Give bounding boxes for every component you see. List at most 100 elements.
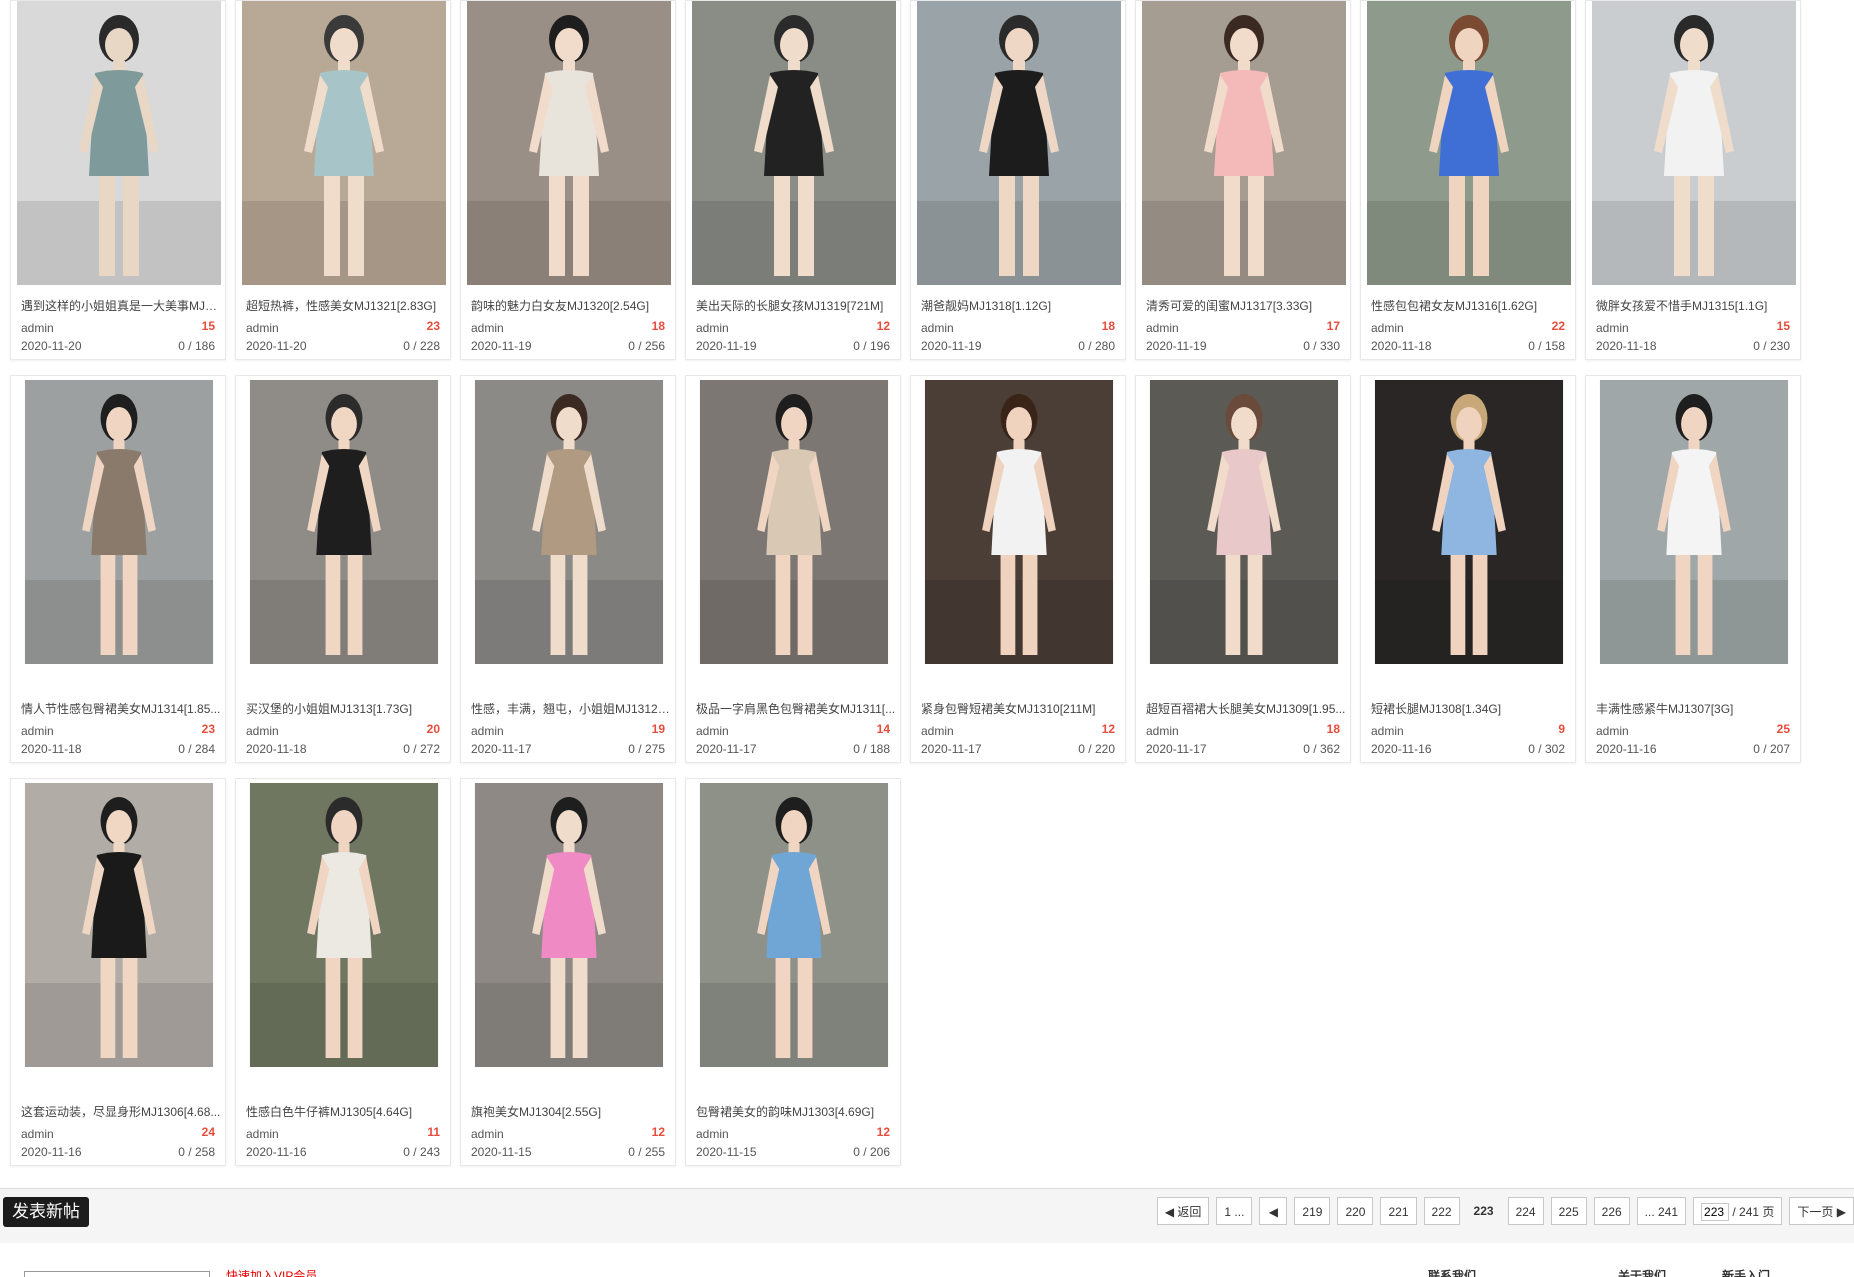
thread-title[interactable]: 极品一字肩黑色包臀裙美女MJ1311[... <box>696 700 896 717</box>
thread-author[interactable]: admin <box>246 724 279 738</box>
thread-title[interactable]: 微胖女孩爱不惜手MJ1315[1.1G] <box>1596 297 1796 314</box>
thread-thumbnail[interactable] <box>917 1 1121 285</box>
pager-first-button[interactable]: 1 ... <box>1216 1197 1253 1225</box>
thread-thumbnail[interactable] <box>1592 1 1796 285</box>
thread-thumbnail[interactable] <box>467 783 671 1091</box>
thread-reply-count: 24 <box>201 1125 215 1139</box>
pager-page-226[interactable]: 226 <box>1593 1197 1630 1225</box>
thread-card: 情人节性感包臀裙美女MJ1314[1.85... admin 23 2020-11-1… <box>10 375 226 763</box>
thread-title[interactable]: 性感，丰满，翘屯，小姐姐MJ1312[... <box>471 700 671 717</box>
thread-title[interactable]: 超短热裤，性感美女MJ1321[2.83G] <box>246 297 446 314</box>
pager-back-button[interactable]: ◀ 返回 <box>1156 1197 1210 1225</box>
thread-author[interactable]: admin <box>696 1127 729 1141</box>
thread-author[interactable]: admin <box>471 1127 504 1141</box>
footer-link-about[interactable]: 关于我们 <box>1618 1269 1666 1277</box>
pager-last-button[interactable]: ... 241 <box>1636 1197 1687 1225</box>
thread-thumbnail[interactable] <box>917 380 1121 688</box>
thread-thumbnail[interactable] <box>467 1 671 285</box>
thread-view-stats: 0 / 186 <box>178 339 215 353</box>
thread-author[interactable]: admin <box>921 321 954 335</box>
thread-date: 2020-11-15 <box>471 1145 532 1159</box>
thread-author[interactable]: admin <box>1146 321 1179 335</box>
thread-author[interactable]: admin <box>921 724 954 738</box>
thread-thumbnail[interactable] <box>242 1 446 285</box>
footer-link-newbie[interactable]: 新手入门 <box>1722 1269 1770 1277</box>
thread-thumbnail[interactable] <box>17 380 221 688</box>
thread-author[interactable]: admin <box>21 1127 54 1141</box>
thread-thumbnail[interactable] <box>1367 1 1571 285</box>
thread-view-stats: 0 / 206 <box>853 1145 890 1159</box>
footer-link-contact[interactable]: 联系我们 <box>1428 1269 1476 1277</box>
footer-vip-link[interactable]: 快速加入VIP会员 <box>226 1269 317 1277</box>
thread-card: 超短热裤，性感美女MJ1321[2.83G] admin 23 2020-11-20 0… <box>235 0 451 360</box>
thread-author[interactable]: admin <box>696 724 729 738</box>
thread-reply-count: 18 <box>1101 319 1115 333</box>
pager-page-225[interactable]: 225 <box>1550 1197 1587 1225</box>
thread-title[interactable]: 旗袍美女MJ1304[2.55G] <box>471 1103 671 1120</box>
thread-reply-count: 25 <box>1776 722 1790 736</box>
thread-view-stats: 0 / 255 <box>628 1145 665 1159</box>
pager-jump: / 241 页 <box>1693 1197 1783 1225</box>
photo-placeholder <box>249 783 439 1067</box>
thread-view-stats: 0 / 302 <box>1528 742 1565 756</box>
pager-page-220[interactable]: 220 <box>1337 1197 1374 1225</box>
thread-author[interactable]: admin <box>21 724 54 738</box>
thread-author[interactable]: admin <box>246 321 279 335</box>
thread-title[interactable]: 遇到这样的小姐姐真是一大美事MJ1... <box>21 297 221 314</box>
photo-placeholder <box>24 380 214 664</box>
thread-author[interactable]: admin <box>696 321 729 335</box>
pager-jump-input[interactable] <box>1701 1203 1730 1221</box>
new-post-button[interactable]: 发表新帖 <box>3 1197 89 1227</box>
pager-page-219[interactable]: 219 <box>1294 1197 1331 1225</box>
thread-thumbnail[interactable] <box>467 380 671 688</box>
thread-author[interactable]: admin <box>1146 724 1179 738</box>
pager-prev-button[interactable]: ◀ <box>1259 1197 1288 1225</box>
thread-date: 2020-11-18 <box>1371 339 1432 353</box>
thread-thumbnail[interactable] <box>242 783 446 1091</box>
thread-author[interactable]: admin <box>1596 321 1629 335</box>
thread-author[interactable]: admin <box>1371 724 1404 738</box>
photo-placeholder <box>1374 380 1564 664</box>
thread-author[interactable]: admin <box>1596 724 1629 738</box>
thread-author[interactable]: admin <box>246 1127 279 1141</box>
thread-thumbnail[interactable] <box>17 783 221 1091</box>
thread-card: 性感白色牛仔裤MJ1305[4.64G] admin 11 2020-11-16 0 /… <box>235 778 451 1166</box>
pager-page-224[interactable]: 224 <box>1507 1197 1544 1225</box>
thread-thumbnail[interactable] <box>1142 1 1346 285</box>
thread-author[interactable]: admin <box>1371 321 1404 335</box>
thread-author[interactable]: admin <box>471 724 504 738</box>
thread-thumbnail[interactable] <box>1142 380 1346 688</box>
thread-title[interactable]: 超短百褶裙大长腿美女MJ1309[1.95... <box>1146 700 1346 717</box>
thread-thumbnail[interactable] <box>692 380 896 688</box>
thread-card: 韵味的魅力白女友MJ1320[2.54G] admin 18 2020-11-19 0 … <box>460 0 676 360</box>
thread-title[interactable]: 性感白色牛仔裤MJ1305[4.64G] <box>246 1103 446 1120</box>
thread-date: 2020-11-18 <box>1596 339 1657 353</box>
thread-card: 极品一字肩黑色包臀裙美女MJ1311[... admin 14 2020-11-17 0… <box>685 375 901 763</box>
thread-thumbnail[interactable] <box>17 1 221 285</box>
thread-author[interactable]: admin <box>21 321 54 335</box>
thread-title[interactable]: 这套运动装，尽显身形MJ1306[4.68... <box>21 1103 221 1120</box>
thread-reply-count: 12 <box>876 1125 890 1139</box>
thread-title[interactable]: 潮爸靓妈MJ1318[1.12G] <box>921 297 1121 314</box>
thread-title[interactable]: 买汉堡的小姐姐MJ1313[1.73G] <box>246 700 446 717</box>
thread-title[interactable]: 性感包包裙女友MJ1316[1.62G] <box>1371 297 1571 314</box>
thread-title[interactable]: 情人节性感包臀裙美女MJ1314[1.85... <box>21 700 221 717</box>
pager-next-button[interactable]: 下一页 ▶ <box>1789 1197 1854 1225</box>
thread-title[interactable]: 短裙长腿MJ1308[1.34G] <box>1371 700 1571 717</box>
thread-title[interactable]: 丰满性感紧牛MJ1307[3G] <box>1596 700 1796 717</box>
thread-title[interactable]: 清秀可爱的闺蜜MJ1317[3.33G] <box>1146 297 1346 314</box>
thread-view-stats: 0 / 330 <box>1303 339 1340 353</box>
thread-title[interactable]: 紧身包臀短裙美女MJ1310[211M] <box>921 700 1121 717</box>
thread-title[interactable]: 包臀裙美女的韵味MJ1303[4.69G] <box>696 1103 896 1120</box>
pager-page-222[interactable]: 222 <box>1423 1197 1460 1225</box>
thread-thumbnail[interactable] <box>1367 380 1571 688</box>
pager-page-221[interactable]: 221 <box>1380 1197 1417 1225</box>
thread-author[interactable]: admin <box>471 321 504 335</box>
thread-thumbnail[interactable] <box>692 783 896 1091</box>
thread-thumbnail[interactable] <box>692 1 896 285</box>
thread-date: 2020-11-17 <box>696 742 757 756</box>
thread-title[interactable]: 美出天际的长腿女孩MJ1319[721M] <box>696 297 896 314</box>
thread-thumbnail[interactable] <box>1592 380 1796 688</box>
thread-title[interactable]: 韵味的魅力白女友MJ1320[2.54G] <box>471 297 671 314</box>
thread-thumbnail[interactable] <box>242 380 446 688</box>
